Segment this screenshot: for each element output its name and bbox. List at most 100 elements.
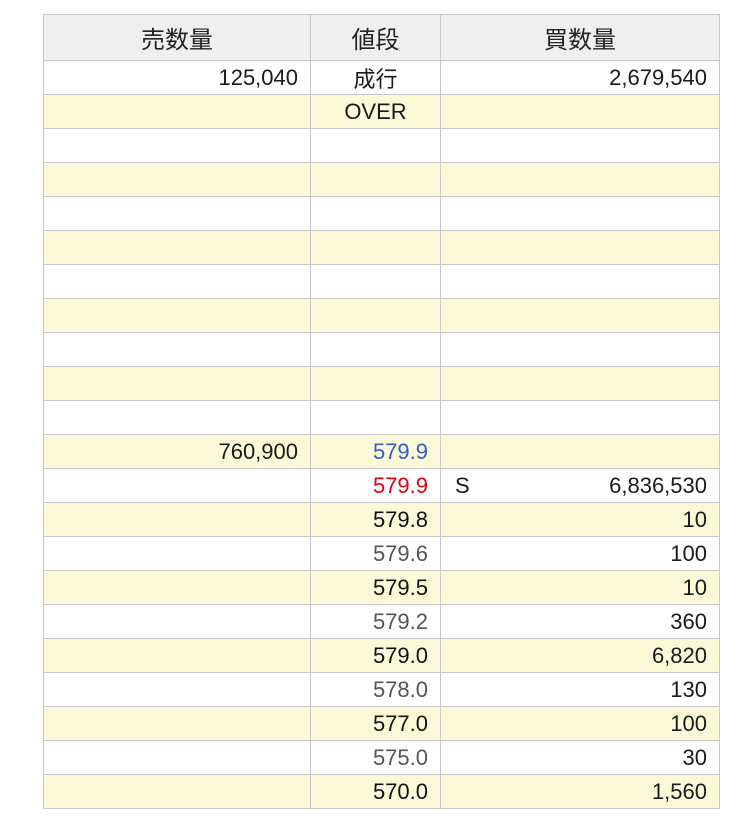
empty-sell-cell[interactable] xyxy=(43,400,311,435)
price-cell[interactable]: 577.0 xyxy=(310,706,441,741)
empty-sell-cell[interactable] xyxy=(43,162,311,197)
over-buy-quantity[interactable] xyxy=(440,94,720,129)
sell-quantity-cell[interactable] xyxy=(43,570,311,605)
price-cell[interactable]: 579.2 xyxy=(310,604,441,639)
price-level-row[interactable]: 579.8 10 xyxy=(43,502,720,537)
buy-quantity-cell[interactable]: 360 xyxy=(440,604,720,639)
empty-price-cell[interactable] xyxy=(310,230,441,265)
empty-buy-cell[interactable] xyxy=(440,298,720,333)
empty-row[interactable] xyxy=(43,400,720,435)
price-level-row[interactable]: 575.0 30 xyxy=(43,740,720,775)
empty-buy-cell[interactable] xyxy=(440,264,720,299)
empty-row[interactable] xyxy=(43,128,720,163)
empty-price-cell[interactable] xyxy=(310,400,441,435)
price-level-row[interactable]: 579.0 6,820 xyxy=(43,638,720,673)
market-order-row[interactable]: 125,040 成行 2,679,540 xyxy=(43,60,720,95)
buy-quantity-cell[interactable]: 10 xyxy=(440,502,720,537)
price-cell[interactable]: 570.0 xyxy=(310,774,441,809)
empty-row[interactable] xyxy=(43,196,720,231)
buy-quantity-value: 130 xyxy=(670,676,707,702)
buy-quantity-value: 30 xyxy=(682,744,707,770)
empty-price-cell[interactable] xyxy=(310,196,441,231)
empty-row[interactable] xyxy=(43,366,720,401)
empty-row[interactable] xyxy=(43,230,720,265)
sell-quantity-cell[interactable] xyxy=(43,774,311,809)
empty-sell-cell[interactable] xyxy=(43,366,311,401)
empty-buy-cell[interactable] xyxy=(440,332,720,367)
empty-row[interactable] xyxy=(43,162,720,197)
buy-quantity-value: 360 xyxy=(670,608,707,634)
empty-sell-cell[interactable] xyxy=(43,128,311,163)
buy-quantity-cell[interactable]: 1,560 xyxy=(440,774,720,809)
price-level-row[interactable]: 579.5 10 xyxy=(43,570,720,605)
sell-quantity-cell[interactable] xyxy=(43,536,311,571)
empty-price-cell[interactable] xyxy=(310,162,441,197)
empty-sell-cell[interactable] xyxy=(43,230,311,265)
buy-quantity-cell[interactable] xyxy=(440,434,720,469)
header-row: 売数量 値段 買数量 xyxy=(43,14,720,61)
sell-quantity-cell[interactable]: 760,900 xyxy=(43,434,311,469)
empty-buy-cell[interactable] xyxy=(440,230,720,265)
price-cell[interactable]: 575.0 xyxy=(310,740,441,775)
price-cell[interactable]: 579.9 xyxy=(310,468,441,503)
price-level-row[interactable]: 760,900 579.9 xyxy=(43,434,720,469)
market-buy-quantity[interactable]: 2,679,540 xyxy=(440,60,720,95)
buy-quantity-cell[interactable]: 10 xyxy=(440,570,720,605)
price-level-row[interactable]: 579.2 360 xyxy=(43,604,720,639)
empty-buy-cell[interactable] xyxy=(440,400,720,435)
sell-quantity-cell[interactable] xyxy=(43,638,311,673)
sell-quantity-cell[interactable] xyxy=(43,502,311,537)
price-header: 値段 xyxy=(310,14,441,61)
empty-buy-cell[interactable] xyxy=(440,196,720,231)
empty-buy-cell[interactable] xyxy=(440,162,720,197)
price-cell[interactable]: 579.0 xyxy=(310,638,441,673)
buy-quantity-value: 100 xyxy=(670,540,707,566)
sell-quantity-cell[interactable] xyxy=(43,706,311,741)
price-level-row[interactable]: 578.0 130 xyxy=(43,672,720,707)
sell-quantity-cell[interactable] xyxy=(43,604,311,639)
price-cell[interactable]: 579.6 xyxy=(310,536,441,571)
special-quote-mark: S xyxy=(455,472,470,498)
empty-price-cell[interactable] xyxy=(310,332,441,367)
empty-buy-cell[interactable] xyxy=(440,128,720,163)
order-book-table: 売数量 値段 買数量 125,040 成行 2,679,540 OVER 760… xyxy=(43,14,720,809)
empty-row[interactable] xyxy=(43,298,720,333)
buy-quantity-cell[interactable]: 100 xyxy=(440,706,720,741)
market-price-label[interactable]: 成行 xyxy=(310,60,441,95)
empty-sell-cell[interactable] xyxy=(43,196,311,231)
sell-quantity-cell[interactable] xyxy=(43,672,311,707)
empty-sell-cell[interactable] xyxy=(43,298,311,333)
empty-price-cell[interactable] xyxy=(310,298,441,333)
empty-price-cell[interactable] xyxy=(310,128,441,163)
buy-quantity-value: 6,820 xyxy=(651,642,707,668)
price-level-row[interactable]: 577.0 100 xyxy=(43,706,720,741)
price-cell[interactable]: 579.9 xyxy=(310,434,441,469)
buy-quantity-value: 6,836,530 xyxy=(609,472,707,498)
market-sell-quantity[interactable]: 125,040 xyxy=(43,60,311,95)
empty-row[interactable] xyxy=(43,264,720,299)
empty-price-cell[interactable] xyxy=(310,264,441,299)
buy-quantity-cell[interactable]: 100 xyxy=(440,536,720,571)
buy-quantity-cell[interactable]: 130 xyxy=(440,672,720,707)
empty-row[interactable] xyxy=(43,332,720,367)
empty-sell-cell[interactable] xyxy=(43,264,311,299)
sell-quantity-cell[interactable] xyxy=(43,740,311,775)
price-level-row[interactable]: 579.9 S 6,836,530 xyxy=(43,468,720,503)
empty-price-cell[interactable] xyxy=(310,366,441,401)
empty-buy-cell[interactable] xyxy=(440,366,720,401)
price-cell[interactable]: 578.0 xyxy=(310,672,441,707)
price-cell[interactable]: 579.5 xyxy=(310,570,441,605)
empty-sell-cell[interactable] xyxy=(43,332,311,367)
buy-quantity-value: 10 xyxy=(682,506,707,532)
buy-quantity-cell[interactable]: S 6,836,530 xyxy=(440,468,720,503)
over-label[interactable]: OVER xyxy=(310,94,441,129)
sell-quantity-cell[interactable] xyxy=(43,468,311,503)
price-cell[interactable]: 579.8 xyxy=(310,502,441,537)
price-level-row[interactable]: 570.0 1,560 xyxy=(43,774,720,809)
buy-quantity-value: 100 xyxy=(670,710,707,736)
over-row[interactable]: OVER xyxy=(43,94,720,129)
buy-quantity-cell[interactable]: 30 xyxy=(440,740,720,775)
price-level-row[interactable]: 579.6 100 xyxy=(43,536,720,571)
over-sell-quantity[interactable] xyxy=(43,94,311,129)
buy-quantity-cell[interactable]: 6,820 xyxy=(440,638,720,673)
